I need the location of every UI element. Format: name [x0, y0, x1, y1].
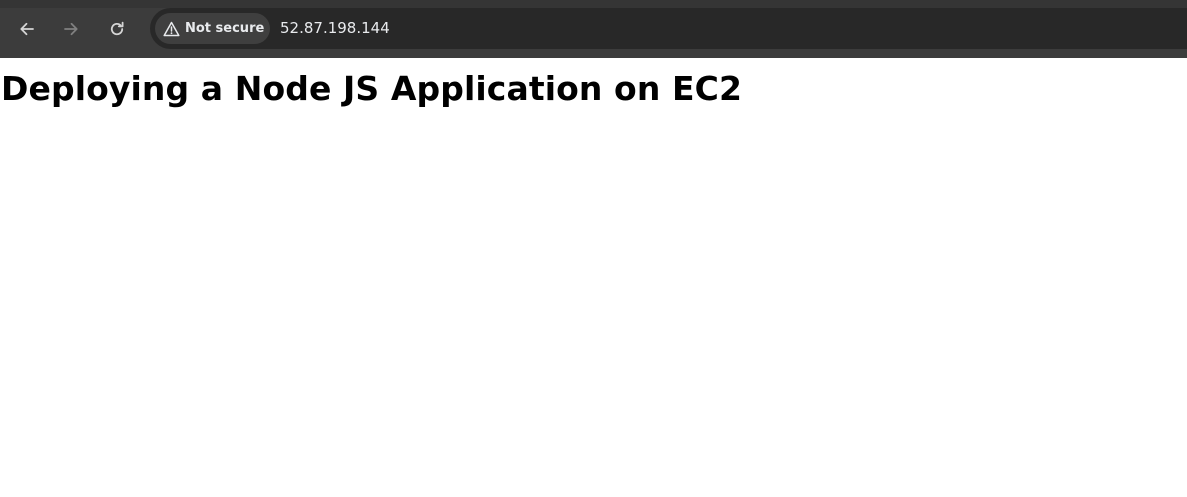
security-label: Not secure — [185, 21, 265, 36]
reload-icon — [108, 20, 126, 38]
page-heading: Deploying a Node JS Application on EC2 — [1, 69, 743, 108]
url-text[interactable]: 52.87.198.144 — [280, 19, 390, 37]
arrow-left-icon — [18, 20, 36, 38]
back-button[interactable] — [11, 13, 43, 45]
browser-toolbar: Not secure 52.87.198.144 — [0, 0, 1187, 58]
warning-triangle-icon — [163, 21, 180, 37]
page-content: Deploying a Node JS Application on EC2 — [0, 58, 1187, 497]
reload-button[interactable] — [101, 13, 133, 45]
forward-button[interactable] — [55, 13, 87, 45]
arrow-right-icon — [62, 20, 80, 38]
security-indicator[interactable]: Not secure — [155, 13, 270, 44]
tab-strip — [0, 0, 1187, 8]
address-bar[interactable]: Not secure 52.87.198.144 — [150, 8, 1187, 49]
